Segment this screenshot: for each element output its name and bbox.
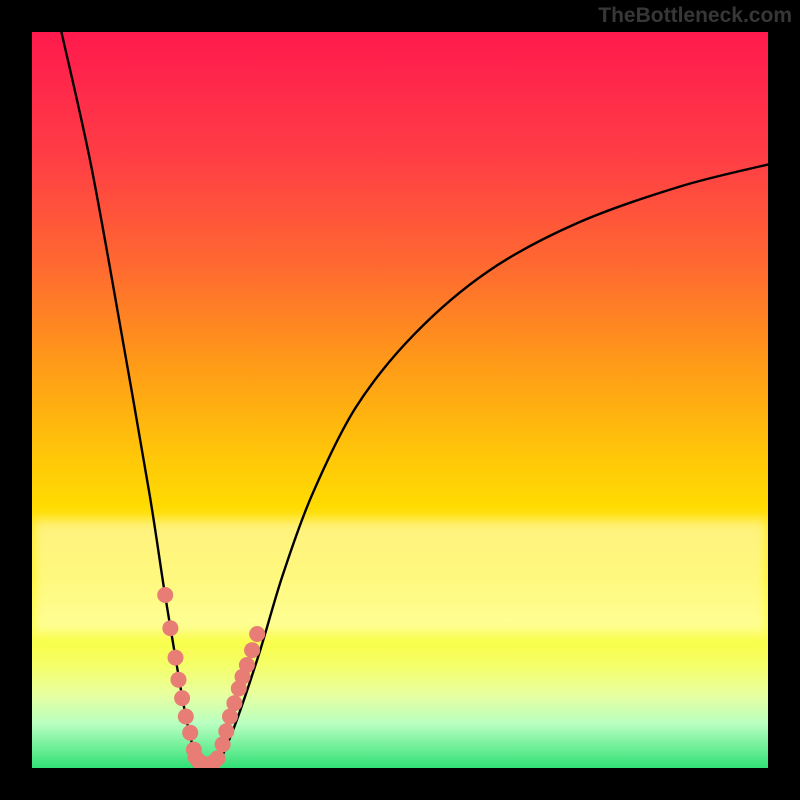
scatter-dot [244,642,260,658]
scatter-dot [178,709,194,725]
scatter-dot [218,723,234,739]
scatter-dot [210,750,226,766]
scatter-dot [239,657,255,673]
watermark-text: TheBottleneck.com [598,4,792,28]
scatter-dot [174,690,190,706]
chart-svg [32,32,768,768]
scatter-dots [157,587,265,768]
scatter-dot [226,695,242,711]
scatter-dot [162,620,178,636]
scatter-dot [171,672,187,688]
scatter-dot [168,650,184,666]
plot-area [32,32,768,768]
scatter-dot [182,725,198,741]
scatter-dot [157,587,173,603]
chart-frame: TheBottleneck.com [0,0,800,800]
scatter-dot [249,626,265,642]
bottleneck-curve [61,32,768,768]
